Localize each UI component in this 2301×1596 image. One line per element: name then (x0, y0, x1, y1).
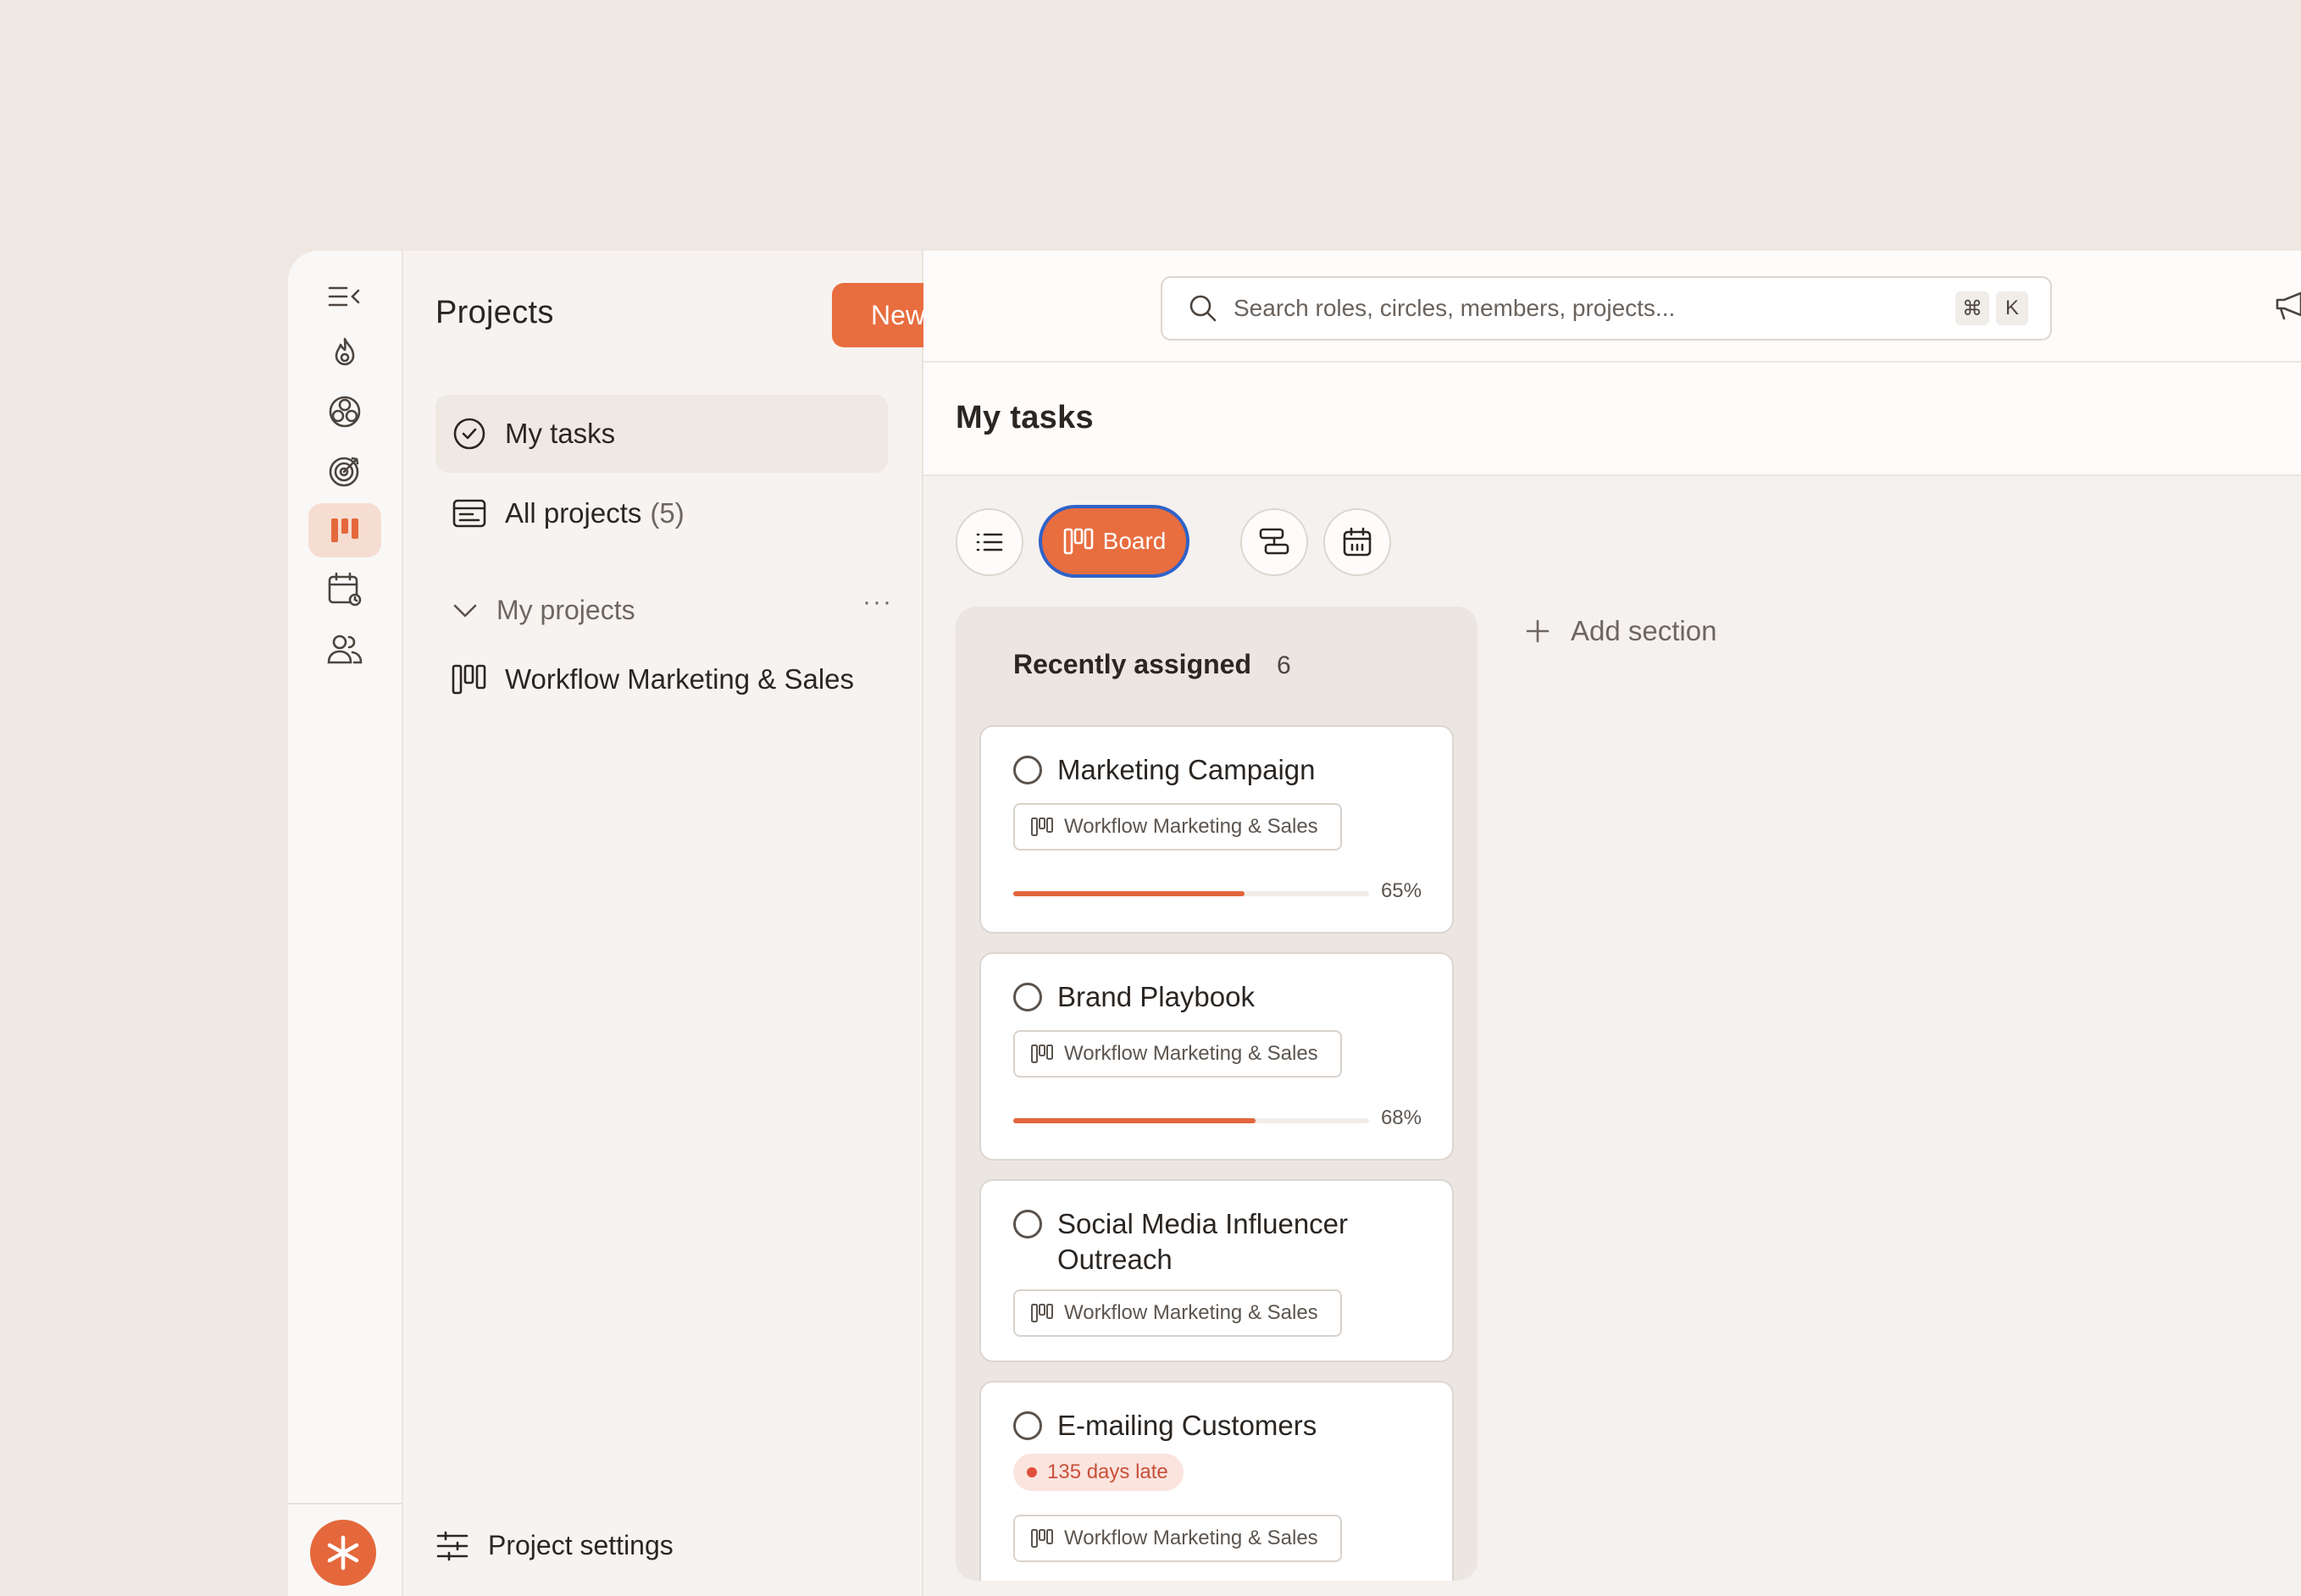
board-icon (452, 664, 486, 695)
project-label: Workflow Marketing & Sales (505, 663, 855, 695)
board-icon (1031, 817, 1053, 836)
projects-panel: Projects New My tasks All projects (5) M… (403, 251, 1005, 1596)
search-placeholder: Search roles, circles, members, projects… (1234, 295, 1676, 321)
progress-fill (1013, 1118, 1256, 1123)
circles-icon[interactable] (308, 385, 381, 439)
icon-rail (288, 251, 403, 1596)
task-title: Brand Playbook (1057, 981, 1255, 1012)
column-header: Recently assigned 6 (1013, 649, 1291, 680)
board-view-label: Board (1102, 528, 1167, 554)
task-card[interactable]: Brand Playbook Workflow Marketing & Sale… (979, 952, 1454, 1161)
my-projects-header[interactable]: My projects ··· (452, 588, 893, 626)
list-icon (976, 533, 1003, 551)
task-title-row: Brand Playbook (1013, 979, 1420, 1015)
task-checkbox[interactable] (1013, 1210, 1042, 1239)
task-title-row: Social Media Influencer Outreach (1013, 1206, 1420, 1277)
project-item-workflow[interactable]: Workflow Marketing & Sales (451, 662, 854, 696)
plus-icon (1526, 619, 1550, 643)
main-content: Search roles, circles, members, projects… (923, 251, 2301, 1596)
project-tag-label: Workflow Marketing & Sales (1064, 1042, 1318, 1065)
panel-title: Projects (435, 295, 554, 330)
megaphone-icon[interactable] (2272, 288, 2301, 326)
project-tag[interactable]: Workflow Marketing & Sales (1013, 1289, 1342, 1337)
board-icon[interactable] (308, 503, 381, 557)
asterisk-logo[interactable] (310, 1520, 376, 1586)
nav-all-projects[interactable]: All projects (5) (435, 474, 888, 552)
sliders-icon (436, 1531, 469, 1560)
nav-my-tasks[interactable]: My tasks (435, 395, 888, 473)
page-title: My tasks (956, 400, 1094, 435)
flame-icon[interactable] (308, 325, 381, 380)
board-icon (1031, 1529, 1053, 1548)
more-options-icon[interactable]: ··· (862, 588, 893, 617)
list-view-button[interactable] (956, 508, 1023, 576)
late-dot (1027, 1467, 1037, 1477)
new-button-label: New (870, 299, 925, 330)
search-icon (1189, 295, 1217, 322)
column-count: 6 (1277, 651, 1291, 679)
top-bar: Search roles, circles, members, projects… (923, 251, 2301, 363)
search-input[interactable]: Search roles, circles, members, projects… (1161, 276, 2052, 341)
project-tag[interactable]: Workflow Marketing & Sales (1013, 1515, 1342, 1562)
page-header: My tasks (923, 363, 2301, 476)
board-icon (1063, 528, 1093, 555)
add-section-label: Add section (1571, 615, 1717, 646)
nav-label: All projects (505, 497, 642, 529)
shortcut-hint: ⌘ K (1955, 291, 2028, 325)
check-circle-icon (453, 418, 485, 450)
collapse-sidebar-icon[interactable] (308, 269, 381, 324)
task-card[interactable]: E-mailing Customers 135 days late Workfl… (979, 1381, 1454, 1581)
task-checkbox[interactable] (1013, 1411, 1042, 1440)
board-icon (1031, 1045, 1053, 1063)
nav-label: My tasks (505, 418, 616, 449)
k-key: K (1996, 291, 2028, 325)
project-tag[interactable]: Workflow Marketing & Sales (1013, 1030, 1342, 1078)
board-view-button[interactable]: Board (1039, 505, 1189, 578)
project-tag[interactable]: Workflow Marketing & Sales (1013, 803, 1342, 851)
task-title-row: Marketing Campaign (1013, 752, 1420, 788)
progress-label: 68% (1380, 1106, 1422, 1129)
task-title: E-mailing Customers (1057, 1410, 1317, 1441)
project-settings-link[interactable]: Project settings (435, 1530, 674, 1561)
target-icon[interactable] (308, 444, 381, 498)
calendar-view-button[interactable] (1323, 508, 1391, 576)
project-tag-label: Workflow Marketing & Sales (1064, 1527, 1318, 1549)
task-title: Social Media Influencer Outreach (1057, 1208, 1349, 1275)
chevron-down-icon (453, 604, 477, 617)
cmd-key: ⌘ (1955, 291, 1989, 325)
late-badge: 135 days late (1013, 1454, 1184, 1491)
project-tag-label: Workflow Marketing & Sales (1064, 815, 1318, 838)
app-window: Projects New My tasks All projects (5) M… (288, 251, 2301, 1596)
task-title: Marketing Campaign (1057, 754, 1316, 785)
task-card[interactable]: Social Media Influencer Outreach Workflo… (979, 1179, 1454, 1362)
calendar-icon[interactable] (308, 562, 381, 617)
progress-label: 65% (1380, 879, 1422, 902)
timeline-icon (1259, 528, 1289, 555)
settings-label: Project settings (488, 1530, 674, 1560)
projects-icon (452, 499, 486, 528)
progress-bar (1013, 1118, 1369, 1123)
task-card[interactable]: Marketing Campaign Workflow Marketing & … (979, 725, 1454, 934)
task-title-row: E-mailing Customers (1013, 1408, 1420, 1444)
progress-bar (1013, 891, 1369, 896)
add-section-button[interactable]: Add section (1525, 615, 1716, 647)
people-icon[interactable] (308, 622, 381, 676)
board-icon (1031, 1304, 1053, 1322)
section-label: My projects (496, 595, 635, 625)
board-column: Recently assigned 6 Marketing Campaign W… (956, 607, 1478, 1581)
timeline-view-button[interactable] (1240, 508, 1308, 576)
task-checkbox[interactable] (1013, 983, 1042, 1011)
progress-fill (1013, 891, 1245, 896)
late-label: 135 days late (1047, 1460, 1168, 1483)
column-title: Recently assigned (1013, 649, 1251, 679)
calendar-icon (1343, 527, 1372, 557)
projects-count: (5) (650, 497, 685, 529)
rail-divider (288, 1503, 402, 1505)
project-tag-label: Workflow Marketing & Sales (1064, 1301, 1318, 1324)
task-checkbox[interactable] (1013, 756, 1042, 784)
